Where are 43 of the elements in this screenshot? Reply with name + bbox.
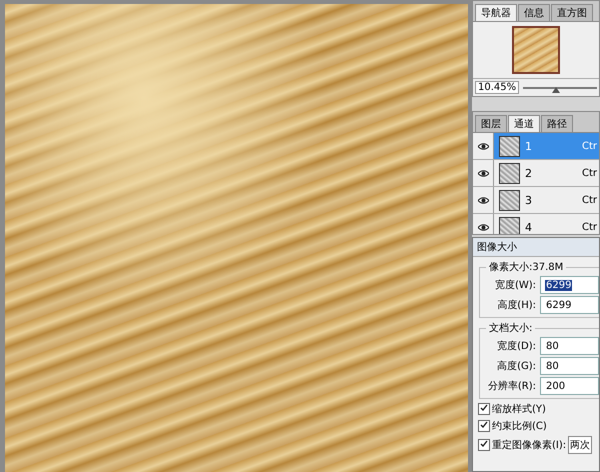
channel-thumbnail xyxy=(499,190,520,210)
field-label: 宽度(D): xyxy=(496,340,536,353)
channel-row[interactable]: 2 Ctr xyxy=(473,160,599,187)
panel-tab[interactable]: 直方图 xyxy=(551,4,593,21)
group-label: 文档大小: xyxy=(488,322,534,335)
channel-name: 3 xyxy=(525,194,533,206)
panel-tab[interactable]: 导航器 xyxy=(475,4,517,21)
dialog-title: 图像大小 xyxy=(473,238,599,257)
input-field[interactable]: 200 xyxy=(540,377,599,395)
checkbox-label: 重定图像像素(I): xyxy=(492,438,566,452)
input-field[interactable]: 6299 xyxy=(540,276,599,294)
checkbox-label: 缩放样式(Y) xyxy=(492,402,546,416)
channel-shortcut: Ctr xyxy=(582,140,598,152)
channel-thumbnail xyxy=(499,136,520,156)
field-label: 高度(G): xyxy=(496,360,536,373)
checkbox[interactable] xyxy=(478,439,490,451)
field-label: 高度(H): xyxy=(496,298,536,312)
input-field[interactable]: 80 xyxy=(540,337,599,355)
channel-shortcut: Ctr xyxy=(582,222,598,232)
zoom-field[interactable]: 10.45% xyxy=(475,81,520,94)
input-field[interactable]: 6299 xyxy=(540,296,599,314)
panel-tab[interactable]: 图层 xyxy=(475,115,507,132)
channel-thumbnail xyxy=(499,216,520,234)
channel-row[interactable]: 3 Ctr xyxy=(473,187,599,214)
eye-icon[interactable] xyxy=(473,133,494,159)
channel-shortcut: Ctr xyxy=(582,194,598,206)
panel-tab[interactable]: 路径 xyxy=(541,115,573,132)
channel-name: 4 xyxy=(525,220,533,234)
checkbox[interactable] xyxy=(478,420,490,432)
checkbox[interactable] xyxy=(478,403,490,415)
field-label: 分辨率(R): xyxy=(486,380,536,393)
preview-thumbnail xyxy=(512,26,560,74)
field-label: 宽度(W): xyxy=(494,278,536,292)
dropdown[interactable]: 两次 xyxy=(568,436,592,454)
checkbox-label: 约束比例(C) xyxy=(492,420,547,433)
channel-shortcut: Ctr xyxy=(582,168,598,178)
channel-name: 1 xyxy=(525,140,533,152)
group-label: 像素大小:37.8M xyxy=(488,260,564,274)
panel-tab[interactable]: 信息 xyxy=(518,4,550,21)
channel-thumbnail xyxy=(499,162,520,184)
panel-tab[interactable]: 通道 xyxy=(508,115,540,132)
channel-name: 2 xyxy=(525,166,533,180)
input-field[interactable]: 80 xyxy=(540,357,599,375)
